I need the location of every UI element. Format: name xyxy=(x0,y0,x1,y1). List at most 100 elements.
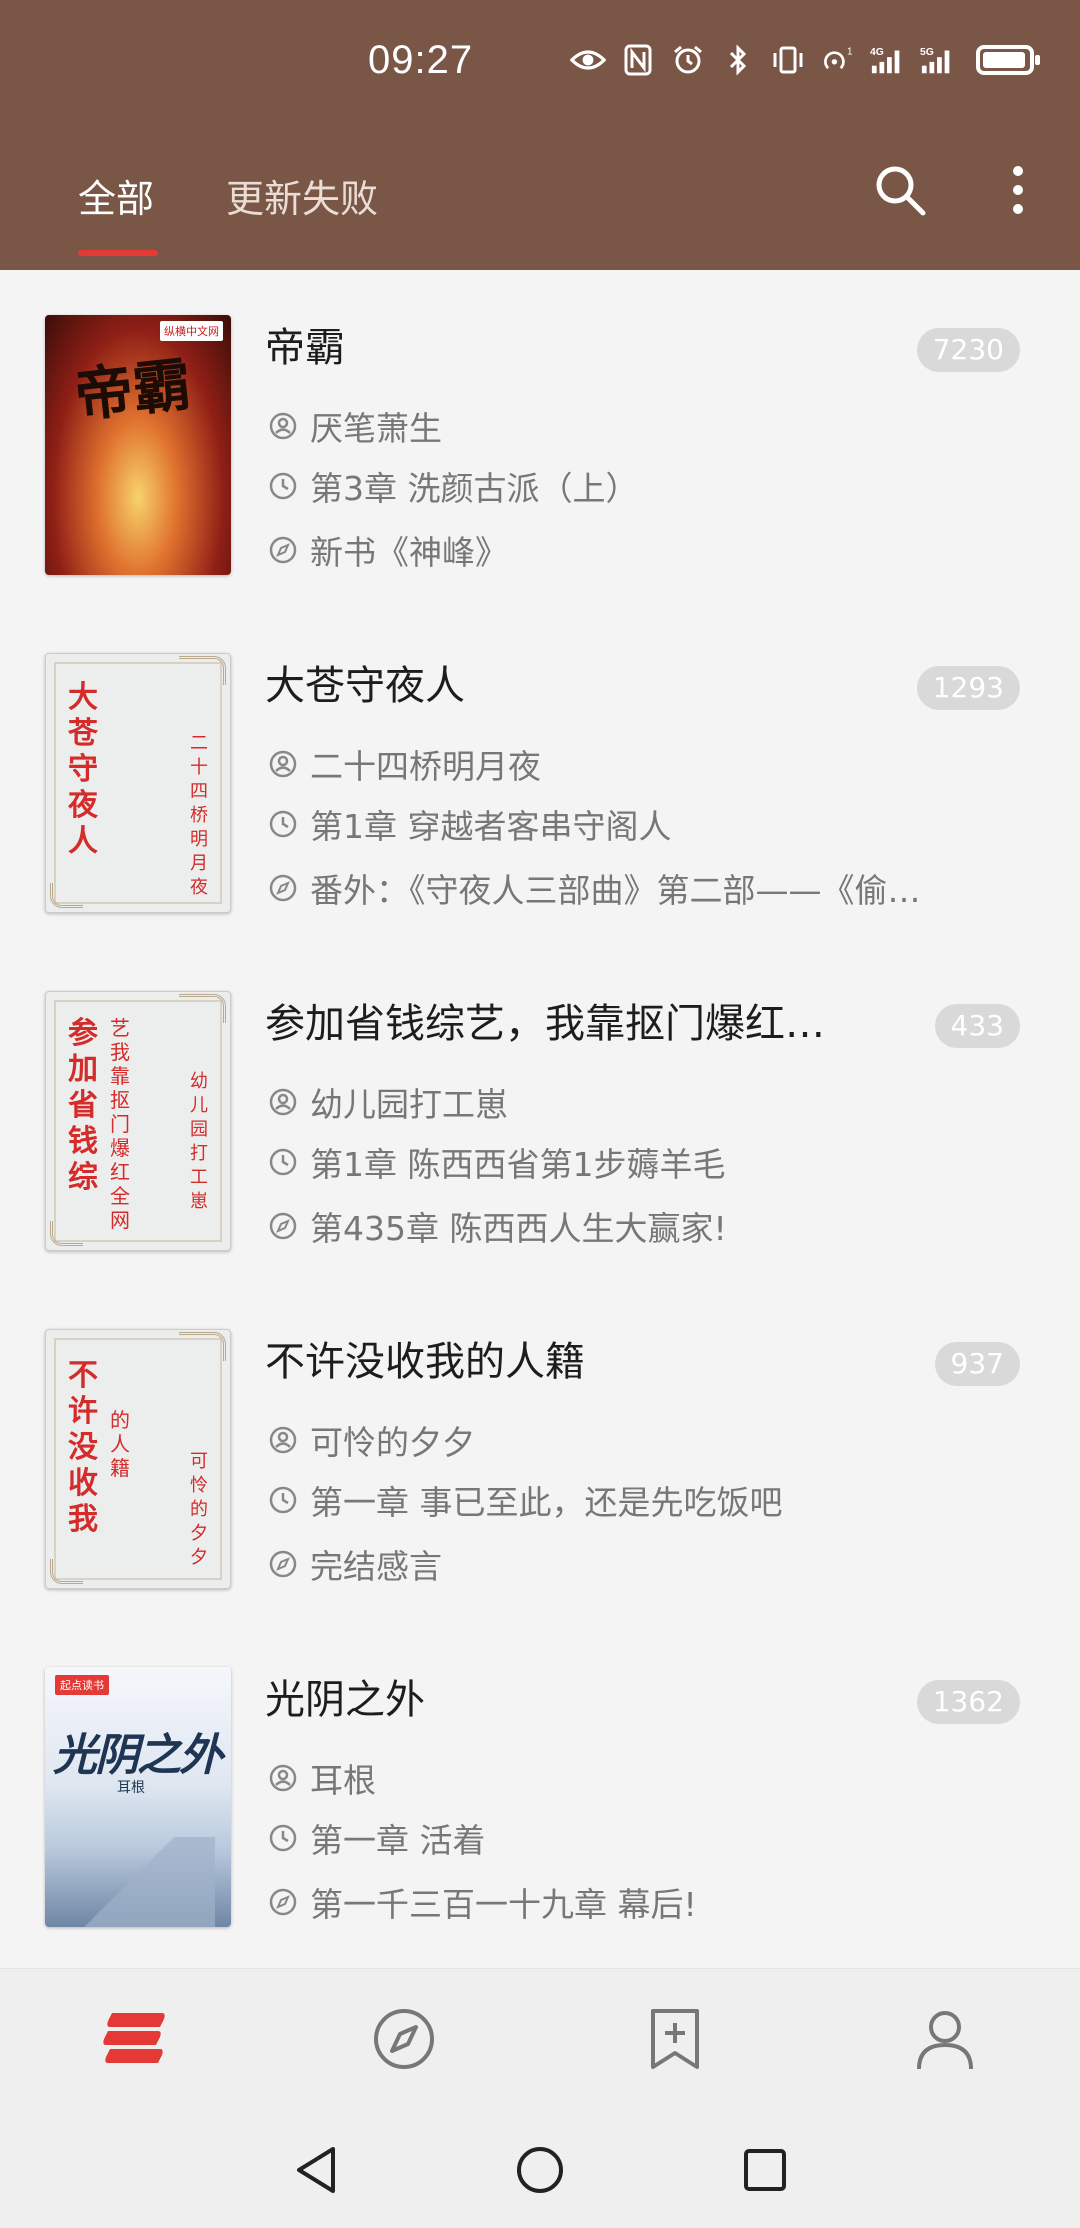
unread-count-badge: 1293 xyxy=(916,666,1020,710)
bookshelf-icon[interactable] xyxy=(95,1999,175,2079)
cover-author: 二十四桥明月夜 xyxy=(190,733,208,898)
book-latest-chapter: 新书《神峰》 xyxy=(310,533,508,572)
unread-count-badge: 433 xyxy=(934,1004,1020,1048)
home-icon[interactable] xyxy=(510,2140,570,2200)
book-last-read: 第一章 事已至此，还是先吃饭吧 xyxy=(310,1483,783,1522)
book-author-row: 幼儿园打工崽 xyxy=(268,1078,508,1126)
svg-text:4G: 4G xyxy=(870,47,884,58)
clock-icon xyxy=(269,810,297,838)
book-last-read-row: 第1章 陈西西省第1步薅羊毛 xyxy=(268,1138,725,1186)
system-nav-bar xyxy=(0,2102,1080,2228)
status-time: 09:27 xyxy=(368,38,474,82)
tab-all[interactable]: 全部 xyxy=(78,168,154,223)
rss-bookmark-icon[interactable] xyxy=(635,1999,715,2079)
cover-subtitle: 艺我靠抠门爆红全网 xyxy=(110,1016,130,1232)
book-title: 不许没收我的人籍 xyxy=(265,1339,585,1385)
book-item[interactable]: 不许没收我 的人籍 可怜的夕夕 不许没收我的人籍 937 可怜的夕夕 第一章 事… xyxy=(0,1284,1080,1614)
unread-count-badge: 7230 xyxy=(916,328,1020,372)
bookshelf-list: 纵横中文网 帝霸 帝霸 7230 厌笔萧生 第3章 洗颜古派（上） 新书《神峰》… xyxy=(0,270,1080,1970)
book-cover[interactable]: 参加省钱综 艺我靠抠门爆红全网 幼儿园打工崽 xyxy=(45,991,231,1251)
book-item[interactable]: 起点读书 光阴之外 耳根 光阴之外 1362 耳根 第一章 活着 第一千三百一十… xyxy=(0,1622,1080,1952)
app-bar: 09:27 1 4G 5G 全部 更新失败 xyxy=(0,0,1080,270)
svg-text:5G: 5G xyxy=(920,47,934,58)
publisher-logo: 纵横中文网 xyxy=(160,321,223,341)
bluetooth-icon xyxy=(720,42,756,78)
book-cover[interactable]: 起点读书 光阴之外 耳根 xyxy=(45,1667,231,1927)
book-title: 光阴之外 xyxy=(265,1677,425,1723)
status-bar: 09:27 1 4G 5G xyxy=(0,0,1080,120)
book-author-row: 二十四桥明月夜 xyxy=(268,740,541,788)
book-last-read: 第3章 洗颜古派（上） xyxy=(310,469,639,508)
book-title: 参加省钱综艺，我靠抠门爆红… xyxy=(265,1001,825,1047)
book-latest-row: 完结感言 xyxy=(268,1540,442,1588)
book-author-row: 可怜的夕夕 xyxy=(268,1416,475,1464)
book-last-read: 第一章 活着 xyxy=(310,1821,486,1860)
unread-count-badge: 937 xyxy=(934,1342,1020,1386)
signal-5g-icon: 5G xyxy=(920,42,956,78)
book-author: 二十四桥明月夜 xyxy=(310,747,541,786)
search-icon[interactable] xyxy=(870,160,930,220)
author-icon xyxy=(269,1426,297,1454)
compass-icon xyxy=(269,1212,297,1240)
book-item[interactable]: 大苍守夜人 二十四桥明月夜 大苍守夜人 1293 二十四桥明月夜 第1章 穿越者… xyxy=(0,608,1080,938)
book-latest-row: 新书《神峰》 xyxy=(268,526,508,574)
cover-author: 可怜的夕夕 xyxy=(190,1451,208,1568)
book-title: 大苍守夜人 xyxy=(265,663,465,709)
svg-text:1: 1 xyxy=(847,47,853,58)
more-vert-icon[interactable] xyxy=(988,160,1048,220)
book-author-row: 耳根 xyxy=(268,1754,376,1802)
book-title: 帝霸 xyxy=(265,325,345,371)
book-latest-chapter: 第435章 陈西西人生大赢家! xyxy=(310,1209,727,1248)
eye-icon xyxy=(570,42,606,78)
status-icons: 1 4G 5G xyxy=(570,42,1040,78)
author-icon xyxy=(269,750,297,778)
compass-icon xyxy=(269,1888,297,1916)
author-icon xyxy=(269,412,297,440)
clock-icon xyxy=(269,1824,297,1852)
back-icon[interactable] xyxy=(286,2140,346,2200)
book-author: 幼儿园打工崽 xyxy=(310,1085,508,1124)
book-last-read-row: 第一章 事已至此，还是先吃饭吧 xyxy=(268,1476,783,1524)
cover-title: 光阴之外 xyxy=(53,1730,223,1781)
explore-icon[interactable] xyxy=(364,1999,444,2079)
cover-title: 参加省钱综 xyxy=(68,1016,98,1195)
cover-author: 幼儿园打工崽 xyxy=(190,1071,208,1212)
cover-subtitle: 的人籍 xyxy=(110,1408,130,1480)
book-item[interactable]: 纵横中文网 帝霸 帝霸 7230 厌笔萧生 第3章 洗颜古派（上） 新书《神峰》 xyxy=(0,270,1080,600)
cover-title: 大苍守夜人 xyxy=(68,680,98,859)
book-latest-chapter: 完结感言 xyxy=(310,1547,442,1586)
nfc-icon xyxy=(620,42,656,78)
vibrate-icon xyxy=(770,42,806,78)
unread-count-badge: 1362 xyxy=(916,1680,1020,1724)
cover-title: 帝霸 xyxy=(71,350,195,430)
book-last-read-row: 第1章 穿越者客串守阁人 xyxy=(268,800,672,848)
book-cover[interactable]: 纵横中文网 帝霸 xyxy=(45,315,231,575)
publisher-logo: 起点读书 xyxy=(55,1675,109,1695)
author-icon xyxy=(269,1088,297,1116)
compass-icon xyxy=(269,1550,297,1578)
alarm-icon xyxy=(670,42,706,78)
book-last-read-row: 第3章 洗颜古派（上） xyxy=(268,462,639,510)
bottom-nav xyxy=(0,1968,1080,2103)
compass-icon xyxy=(269,536,297,564)
book-author: 耳根 xyxy=(310,1761,376,1800)
book-author-row: 厌笔萧生 xyxy=(268,402,442,450)
tab-update-failed[interactable]: 更新失败 xyxy=(226,168,378,223)
compass-icon xyxy=(269,874,297,902)
clock-icon xyxy=(269,472,297,500)
book-author: 可怜的夕夕 xyxy=(310,1423,475,1462)
hotspot-icon: 1 xyxy=(820,42,856,78)
book-latest-row: 第435章 陈西西人生大赢家! xyxy=(268,1202,727,1250)
book-cover[interactable]: 不许没收我 的人籍 可怜的夕夕 xyxy=(45,1329,231,1589)
tab-indicator xyxy=(78,250,158,256)
profile-icon[interactable] xyxy=(905,1999,985,2079)
book-cover[interactable]: 大苍守夜人 二十四桥明月夜 xyxy=(45,653,231,913)
book-item[interactable]: 参加省钱综 艺我靠抠门爆红全网 幼儿园打工崽 参加省钱综艺，我靠抠门爆红… 43… xyxy=(0,946,1080,1276)
recents-icon[interactable] xyxy=(735,2140,795,2200)
cover-author: 耳根 xyxy=(117,1780,145,1796)
book-last-read: 第1章 穿越者客串守阁人 xyxy=(310,807,672,846)
cover-title: 不许没收我 xyxy=(68,1358,98,1537)
book-latest-row: 番外：《守夜人三部曲》第二部——《偷… xyxy=(268,864,921,912)
book-latest-chapter: 番外：《守夜人三部曲》第二部——《偷… xyxy=(310,871,921,910)
book-last-read-row: 第一章 活着 xyxy=(268,1814,486,1862)
